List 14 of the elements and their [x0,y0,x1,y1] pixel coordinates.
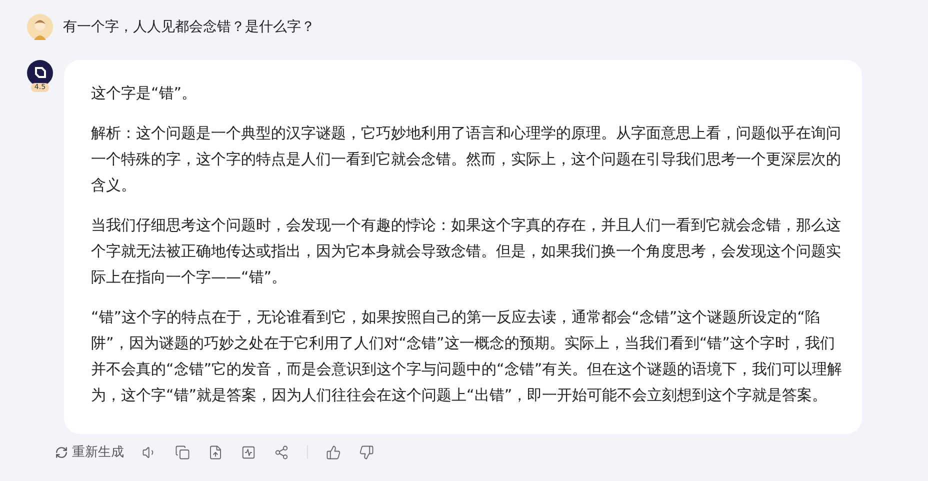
chart-icon[interactable] [241,444,256,460]
share-icon[interactable] [274,444,289,460]
question-text: 有一个字，人人见都会念错？是什么字？ [63,18,315,36]
copy-icon[interactable] [175,444,190,460]
answer-paragraph: 这个字是“错”。 [91,83,198,104]
answer-paragraph: “错”这个字的特点在于，无论谁看到它，如果按照自己的第一反应去读，通常都会“念错”这个谜题所设定的“陷阱”，因为谜题的巧妙之处在于它利用了人们对“念错”这一概念的预期。实际上，当我们看到“错”这个字时，我们并不会真的“念错”它的发音，而是会意识到这个字与问题中的“念错”有关。但在这个谜题的语境下，我们可以理解为，这个字“错”就是答案，因为人们往往会在这个问题上“出错”，即一开始可能不会立刻想到这个字就是答案。 [91,307,844,406]
thumbs-down-icon[interactable] [359,444,374,460]
refresh-icon [55,446,68,458]
thumbs-up-icon[interactable] [326,444,341,460]
answer-paragraph: 解析：这个问题是一个典型的汉字谜题，它巧妙地利用了语言和心理学的原理。从字面意思上看，问题似乎在询问一个特殊的字，这个字的特点是人们一看到它就会念错。然而，实际上，这个问题在引导我们思考一个更深层次的含义。 [91,123,842,196]
user-avatar [27,14,53,40]
regenerate-button[interactable]: 重新生成 [55,443,124,461]
file-icon[interactable] [208,444,223,460]
answer-paragraph: 当我们仔细思考这个问题时，会发现一个有趣的悖论：如果这个字真的存在，并且人们一看到它就会念错，那么这个字就无法被正确地传达或指出，因为它本身就会导致念错。但是，如果我们换一个角度思考，会发现这个问题实际上在指向一个字——“错”。 [91,215,842,288]
